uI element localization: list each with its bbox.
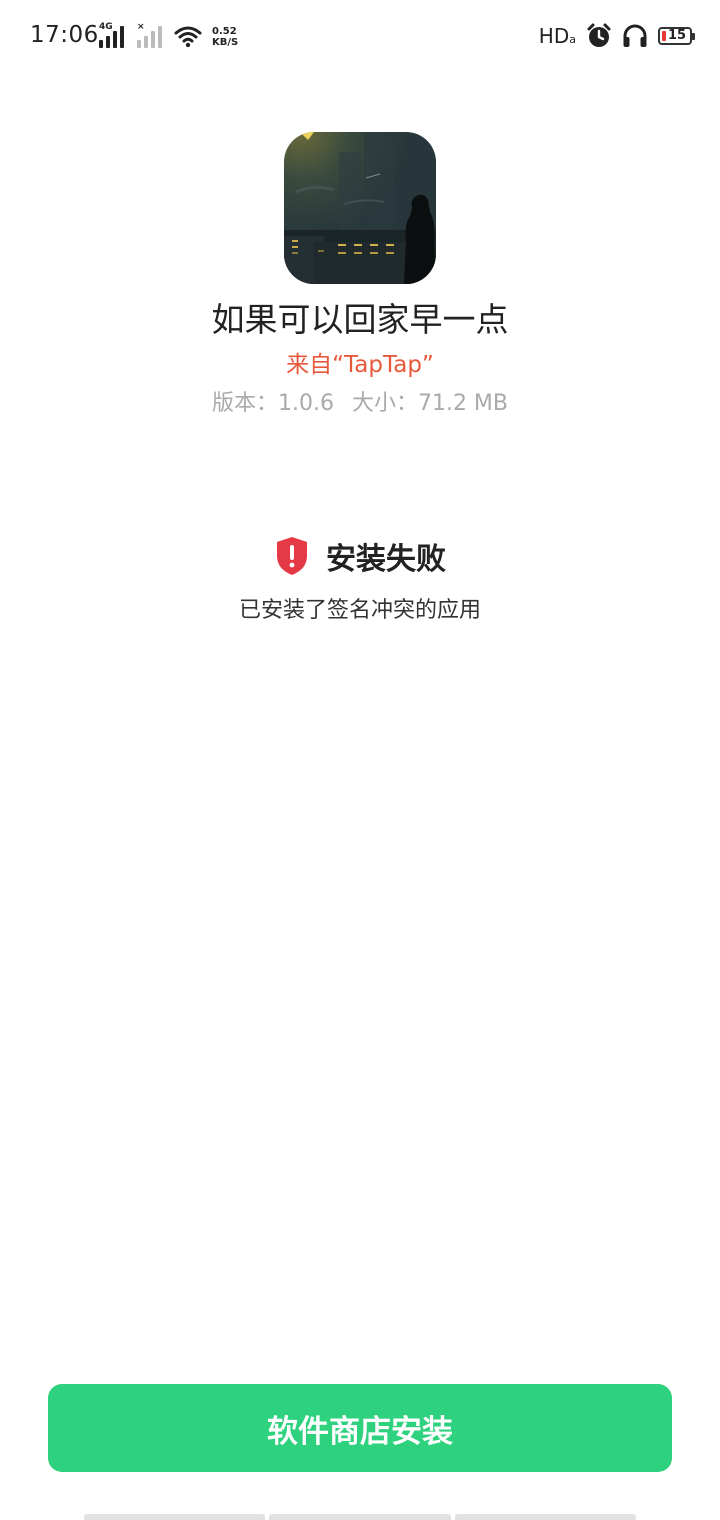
status-right-icons: HDa 15: [538, 22, 695, 50]
hd-voice-indicator: HDa: [538, 24, 576, 48]
headphones-icon: [623, 24, 647, 47]
signal-icon: 4G: [98, 22, 128, 48]
install-result: 安装失败: [0, 534, 720, 578]
alarm-clock-icon: [587, 23, 611, 47]
app-icon: [284, 132, 436, 284]
status-bar: 17:06 4G × 0.52 KB/S HDa 15: [0, 0, 720, 72]
signal-icon-sim2: ×: [136, 22, 166, 48]
wifi-icon: [174, 26, 202, 48]
network-speed: 0.52 KB/S: [212, 26, 238, 48]
app-name: 如果可以回家早一点: [211, 300, 509, 339]
shield-alert-icon: [277, 537, 307, 575]
nav-hint-middle[interactable]: [269, 1514, 451, 1520]
battery-level: 15: [668, 28, 687, 43]
network-speed-unit: KB/S: [212, 37, 239, 48]
result-description: 已安装了签名冲突的应用: [238, 598, 481, 623]
app-meta: 版本：1.0.6 大小：71.2 MB: [0, 385, 720, 417]
store-install-button[interactable]: 软件商店安装: [48, 1384, 672, 1472]
status-left-icons: 4G × 0.52 KB/S: [98, 22, 238, 48]
status-time: 17:06: [30, 22, 99, 48]
navigation-gesture-bar[interactable]: [84, 1514, 636, 1520]
app-source: 来自“TapTap”: [286, 352, 434, 378]
app-size: 大小：71.2 MB: [351, 391, 509, 416]
nav-hint-left[interactable]: [84, 1514, 266, 1520]
network-type-label: 4G: [99, 22, 113, 32]
app-version: 版本：1.0.6: [211, 391, 334, 416]
battery-icon: 15: [658, 27, 695, 45]
nav-hint-right[interactable]: [454, 1514, 636, 1520]
network-speed-value: 0.52: [212, 26, 237, 37]
no-service-label: ×: [137, 22, 145, 32]
result-title: 安装失败: [326, 542, 446, 577]
